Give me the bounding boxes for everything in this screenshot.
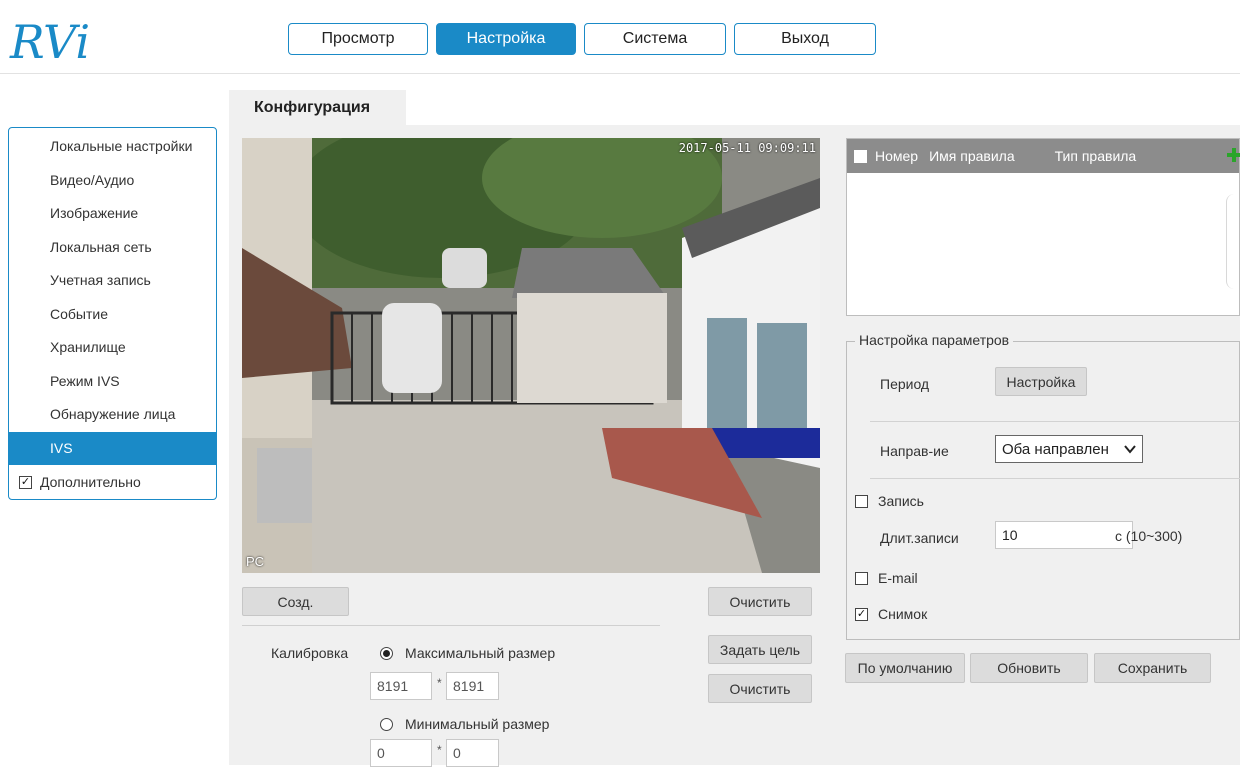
sidebar-item-video-audio[interactable]: Видео/Аудио	[9, 164, 216, 198]
column-rule-name: Имя правила	[929, 148, 1015, 164]
duration-label: Длит.записи	[880, 530, 959, 546]
duration-unit: с (10~300)	[1115, 528, 1183, 544]
tab-settings[interactable]: Настройка	[436, 23, 576, 55]
rule-table: Номер Имя правила Тип правила	[846, 138, 1240, 316]
create-button[interactable]: Созд.	[242, 587, 349, 616]
sidebar-item-storage[interactable]: Хранилище	[9, 331, 216, 365]
max-size-radio[interactable]	[380, 646, 393, 660]
advanced-checkbox[interactable]: ✓	[19, 475, 32, 489]
tab-configuration[interactable]: Конфигурация	[229, 90, 406, 126]
record-label: Запись	[878, 493, 924, 509]
record-checkbox[interactable]	[855, 494, 868, 508]
email-label: E-mail	[878, 570, 918, 586]
camera-scene	[242, 138, 820, 573]
params-separator-2	[870, 478, 1240, 479]
max-size-option[interactable]: Максимальный размер	[380, 645, 555, 661]
params-legend: Настройка параметров	[855, 332, 1014, 348]
svg-text:RVi: RVi	[9, 15, 90, 69]
snapshot-checkbox[interactable]: ✓	[855, 607, 868, 621]
top-nav: Просмотр Настройка Система Выход	[288, 23, 876, 57]
sidebar-item-face-detection[interactable]: Обнаружение лица	[9, 398, 216, 432]
sidebar-item-network[interactable]: Локальная сеть	[9, 231, 216, 265]
min-size-option[interactable]: Минимальный размер	[380, 716, 549, 732]
multiply-sign: *	[437, 676, 442, 690]
min-width-field[interactable]: 0	[370, 739, 432, 767]
snapshot-option[interactable]: ✓ Снимок	[855, 606, 927, 622]
sidebar: Локальные настройки Видео/Аудио Изображе…	[8, 127, 217, 500]
video-channel-label: PC	[246, 554, 265, 569]
min-height-field[interactable]: 0	[446, 739, 499, 767]
sidebar-item-image[interactable]: Изображение	[9, 197, 216, 231]
period-label: Период	[880, 376, 930, 392]
video-timestamp: 2017-05-11 09:09:11	[678, 141, 816, 155]
min-size-label: Минимальный размер	[405, 716, 550, 732]
duration-input[interactable]: 10	[995, 521, 1133, 549]
record-option[interactable]: Запись	[855, 493, 924, 509]
period-settings-button[interactable]: Настройка	[995, 367, 1087, 396]
min-size-radio[interactable]	[380, 717, 393, 731]
tab-view[interactable]: Просмотр	[288, 23, 428, 55]
calibration-label: Калибровка	[271, 645, 349, 661]
max-height-field[interactable]: 8191	[446, 672, 499, 700]
set-target-button[interactable]: Задать цель	[708, 635, 812, 664]
max-width-field[interactable]: 8191	[370, 672, 432, 700]
sidebar-item-local-settings[interactable]: Локальные настройки	[9, 130, 216, 164]
snapshot-label: Снимок	[878, 606, 928, 622]
advanced-label: Дополнительно	[40, 474, 141, 490]
sidebar-item-ivs-mode[interactable]: Режим IVS	[9, 365, 216, 399]
column-number: Номер	[875, 148, 919, 164]
email-checkbox[interactable]	[855, 571, 868, 585]
tab-logout[interactable]: Выход	[734, 23, 876, 55]
sidebar-item-ivs[interactable]: IVS	[9, 431, 216, 465]
direction-select[interactable]: Оба направлен	[995, 435, 1143, 463]
rule-table-header: Номер Имя правила Тип правила	[847, 139, 1240, 173]
max-size-label: Максимальный размер	[405, 645, 556, 661]
add-rule-icon[interactable]	[1227, 147, 1240, 163]
chevron-down-icon	[1124, 445, 1136, 454]
sidebar-item-account[interactable]: Учетная запись	[9, 264, 216, 298]
sidebar-item-advanced[interactable]: ✓ Дополнительно	[9, 465, 216, 499]
save-button[interactable]: Сохранить	[1094, 653, 1211, 683]
refresh-button[interactable]: Обновить	[970, 653, 1088, 683]
sidebar-item-event[interactable]: Событие	[9, 298, 216, 332]
default-button[interactable]: По умолчанию	[845, 653, 965, 683]
clear-target-button[interactable]: Очистить	[708, 674, 812, 703]
tab-system[interactable]: Система	[584, 23, 726, 55]
direction-label: Направ-ие	[880, 443, 949, 459]
select-all-checkbox[interactable]	[854, 149, 867, 163]
direction-value: Оба направлен	[1002, 440, 1109, 458]
clear-button[interactable]: Очистить	[708, 587, 812, 616]
rvi-logo: RVi	[9, 15, 90, 69]
column-rule-type: Тип правила	[1054, 148, 1137, 164]
camera-video-feed[interactable]: 2017-05-11 09:09:11 PC	[242, 138, 820, 573]
multiply-sign-min: *	[437, 743, 442, 757]
email-option[interactable]: E-mail	[855, 570, 918, 586]
divider	[242, 625, 660, 626]
table-scrollbar[interactable]	[1226, 194, 1239, 289]
header-divider	[0, 73, 1240, 74]
params-separator	[870, 421, 1240, 422]
